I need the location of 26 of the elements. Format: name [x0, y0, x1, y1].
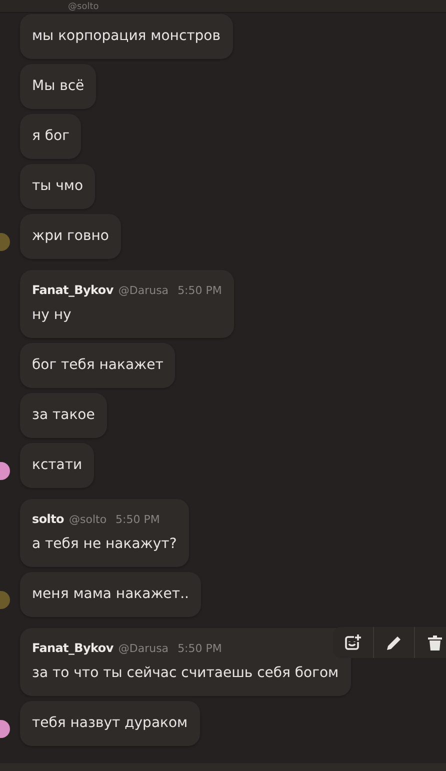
emoji-plus-icon: [344, 634, 362, 652]
message-text: кстати: [32, 456, 82, 475]
message-text: ты чмо: [32, 177, 84, 196]
author-name[interactable]: Fanat_Bykov: [32, 283, 114, 297]
message-text: тебя назвут дураком: [32, 714, 188, 733]
message-text: за то что ты сейчас считаешь себя богом: [32, 664, 339, 683]
author-handle: @Darusa: [118, 284, 169, 297]
message-text: мы корпорация монстров: [32, 27, 220, 46]
message-time: 5:50 PM: [178, 642, 222, 655]
author-handle: @Darusa: [118, 642, 169, 655]
message-text: жри говно: [32, 227, 109, 246]
author-handle: @solto: [68, 513, 107, 526]
message-text: меня мама накажет..: [32, 585, 189, 604]
message-text: за такое: [32, 406, 95, 425]
message-text: бог тебя накажет: [32, 356, 164, 375]
author-name[interactable]: Fanat_Bykov: [32, 641, 114, 655]
user-handle: @solto: [68, 2, 99, 12]
message-text: а тебя не накажут?: [32, 535, 177, 554]
pencil-icon: [386, 634, 402, 650]
message-time: 5:50 PM: [178, 284, 222, 297]
message-text: Мы всё: [32, 77, 84, 96]
message-text: ну ну: [32, 306, 72, 325]
trash-icon: [428, 634, 442, 650]
message-text: я бог: [32, 127, 70, 146]
author-name[interactable]: solto: [32, 512, 64, 526]
message-time: 5:50 PM: [116, 513, 160, 526]
